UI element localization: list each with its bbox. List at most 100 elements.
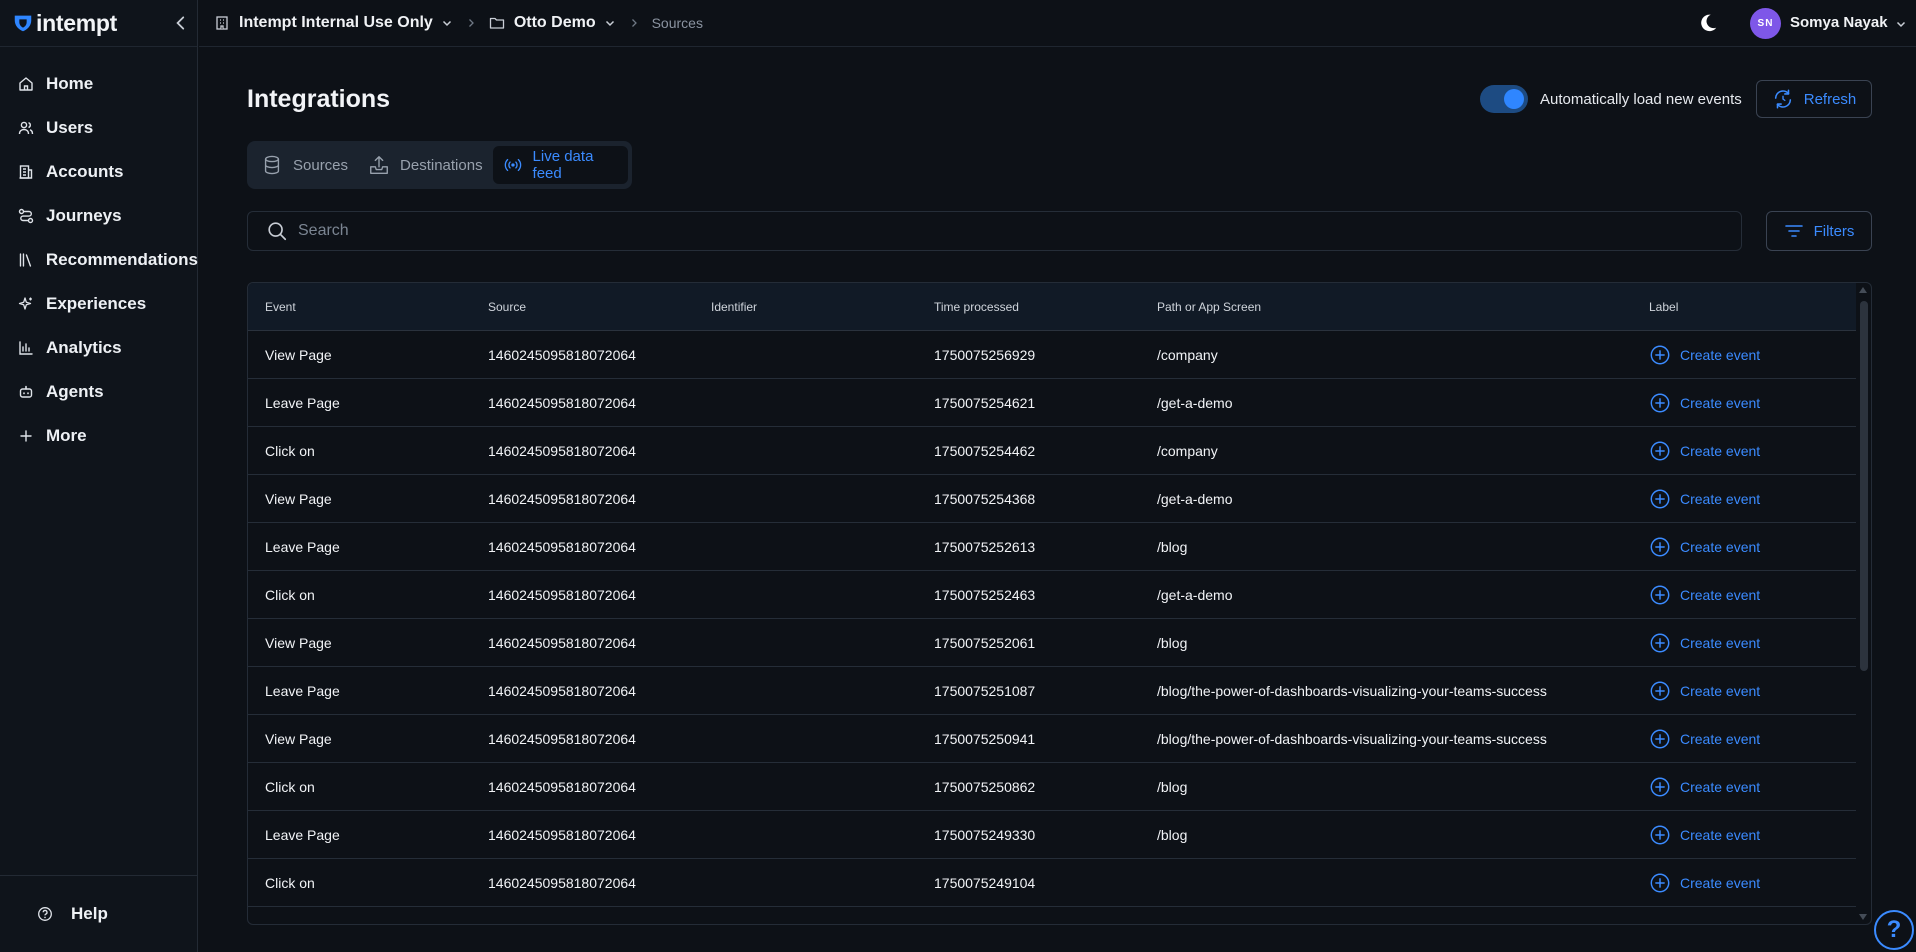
column-header-event[interactable]: Event <box>248 300 471 314</box>
event-cell: Leave Page <box>265 538 340 555</box>
time-cell: 1750075250862 <box>934 778 1036 795</box>
table-row[interactable]: Leave Page 1460245095818072064 175007525… <box>248 667 1856 715</box>
sidebar-item-users[interactable]: Users <box>0 106 198 150</box>
table-row[interactable]: Click on 1460245095818072064 17500752544… <box>248 427 1856 475</box>
upload-tray-icon <box>370 156 388 174</box>
time-cell: 1750075254368 <box>934 490 1036 507</box>
event-cell: Click on <box>265 442 315 459</box>
column-header-path[interactable]: Path or App Screen <box>1140 300 1632 314</box>
table-row[interactable]: Click on 1460245095818072064 17500752491… <box>248 859 1856 907</box>
event-cell: Click on <box>265 874 315 891</box>
create-event-button[interactable]: Create event <box>1632 344 1856 366</box>
project-name: Otto Demo <box>513 14 596 31</box>
scrollbar-thumb[interactable] <box>1860 301 1868 671</box>
create-event-button[interactable]: Create event <box>1632 680 1856 702</box>
path-cell: /blog/the-power-of-dashboards-visualizin… <box>1157 730 1547 747</box>
bar-chart-icon <box>19 341 33 355</box>
plus-circle-icon <box>1650 777 1670 796</box>
plus-circle-icon <box>1650 393 1670 412</box>
avatar[interactable]: SN <box>1750 8 1781 39</box>
event-cell: View Page <box>265 346 332 363</box>
plus-icon <box>20 430 32 442</box>
help-label: Help <box>71 904 108 923</box>
column-header-source[interactable]: Source <box>471 300 694 314</box>
path-cell: /blog <box>1157 634 1188 651</box>
create-event-button[interactable]: Create event <box>1632 632 1856 654</box>
breadcrumb-org[interactable]: Intempt Internal Use Only <box>214 14 453 32</box>
source-cell: 1460245095818072064 <box>488 778 636 795</box>
sidebar-item-experiences[interactable]: Experiences <box>0 282 198 326</box>
column-header-label[interactable]: Label <box>1632 300 1856 314</box>
auto-load-toggle[interactable] <box>1480 85 1528 113</box>
create-event-button[interactable]: Create event <box>1632 584 1856 606</box>
scroll-down-arrow[interactable] <box>1859 914 1867 920</box>
time-cell: 1750075249104 <box>934 874 1036 891</box>
event-cell: View Page <box>265 730 332 747</box>
sidebar-item-agents[interactable]: Agents <box>0 370 198 414</box>
search-icon <box>268 222 287 241</box>
help-link[interactable]: Help <box>0 875 198 952</box>
table-row[interactable]: Leave Page 1460245095818072064 175007525… <box>248 379 1856 427</box>
table-row[interactable]: View Page 1460245095818072064 1750075256… <box>248 331 1856 379</box>
breadcrumb-project[interactable]: Otto Demo <box>489 14 616 32</box>
time-cell: 1750075252463 <box>934 586 1036 603</box>
plus-circle-icon <box>1650 537 1670 556</box>
create-event-label: Create event <box>1680 346 1761 363</box>
table-row[interactable]: Leave Page 1460245095818072064 175007525… <box>248 523 1856 571</box>
moon-icon[interactable] <box>1697 12 1719 34</box>
user-name[interactable]: Somya Nayak <box>1790 14 1888 31</box>
tab-live-data-feed[interactable]: Live data feed <box>492 146 628 184</box>
search-box[interactable] <box>247 211 1742 251</box>
source-cell: 1460245095818072064 <box>488 634 636 651</box>
tab-destinations[interactable]: Destinations <box>358 146 493 184</box>
robot-icon <box>19 385 33 398</box>
tab-sources[interactable]: Sources <box>251 146 358 184</box>
collapse-sidebar-icon[interactable] <box>172 14 190 32</box>
scroll-up-arrow[interactable] <box>1859 287 1867 293</box>
sidebar-item-label: Journeys <box>46 206 122 225</box>
create-event-button[interactable]: Create event <box>1632 392 1856 414</box>
column-header-time[interactable]: Time processed <box>917 300 1140 314</box>
table-row[interactable]: Click on 1460245095818072064 17500752524… <box>248 571 1856 619</box>
source-cell: 1460245095818072064 <box>488 826 636 843</box>
table-row[interactable]: Click on 1460245095818072064 17500752508… <box>248 763 1856 811</box>
table-row[interactable]: View Page 1460245095818072064 1750075250… <box>248 715 1856 763</box>
tab-label: Live data feed <box>532 148 594 182</box>
table-row[interactable]: View Page 1460245095818072064 1750075254… <box>248 475 1856 523</box>
sidebar-item-accounts[interactable]: Accounts <box>0 150 198 194</box>
sidebar-item-home[interactable]: Home <box>0 62 198 106</box>
table-scrollbar[interactable] <box>1857 285 1869 922</box>
create-event-button[interactable]: Create event <box>1632 776 1856 798</box>
help-circle-icon <box>38 907 52 921</box>
create-event-label: Create event <box>1680 874 1761 891</box>
sidebar-item-journeys[interactable]: Journeys <box>0 194 198 238</box>
help-fab-button[interactable]: ? <box>1874 910 1914 950</box>
table-header: Event Source Identifier Time processed P… <box>248 283 1856 331</box>
search-input[interactable] <box>298 222 1698 240</box>
create-event-label: Create event <box>1680 634 1761 651</box>
create-event-button[interactable]: Create event <box>1632 824 1856 846</box>
time-cell: 1750075252613 <box>934 538 1036 555</box>
sidebar-item-label: Experiences <box>46 294 147 313</box>
column-header-identifier[interactable]: Identifier <box>694 300 917 314</box>
create-event-label: Create event <box>1680 538 1761 555</box>
table-row[interactable]: Leave Page 1460245095818072064 175007524… <box>248 811 1856 859</box>
intempt-logo-icon <box>14 15 32 32</box>
create-event-button[interactable]: Create event <box>1632 440 1856 462</box>
page-title: Integrations <box>247 85 391 113</box>
source-cell: 1460245095818072064 <box>488 442 636 459</box>
sidebar-item-analytics[interactable]: Analytics <box>0 326 198 370</box>
filters-button[interactable]: Filters <box>1766 211 1872 251</box>
chevron-down-icon[interactable] <box>1895 18 1907 30</box>
create-event-button[interactable]: Create event <box>1632 488 1856 510</box>
create-event-button[interactable]: Create event <box>1632 872 1856 894</box>
plus-circle-icon <box>1650 681 1670 700</box>
create-event-label: Create event <box>1680 442 1761 459</box>
refresh-button[interactable]: Refresh <box>1756 80 1872 118</box>
logo[interactable]: intempt <box>0 0 197 47</box>
create-event-button[interactable]: Create event <box>1632 536 1856 558</box>
create-event-button[interactable]: Create event <box>1632 728 1856 750</box>
table-row[interactable]: View Page 1460245095818072064 1750075252… <box>248 619 1856 667</box>
sidebar-item-more[interactable]: More <box>0 414 198 458</box>
sidebar-item-recommendations[interactable]: Recommendations <box>0 238 198 282</box>
